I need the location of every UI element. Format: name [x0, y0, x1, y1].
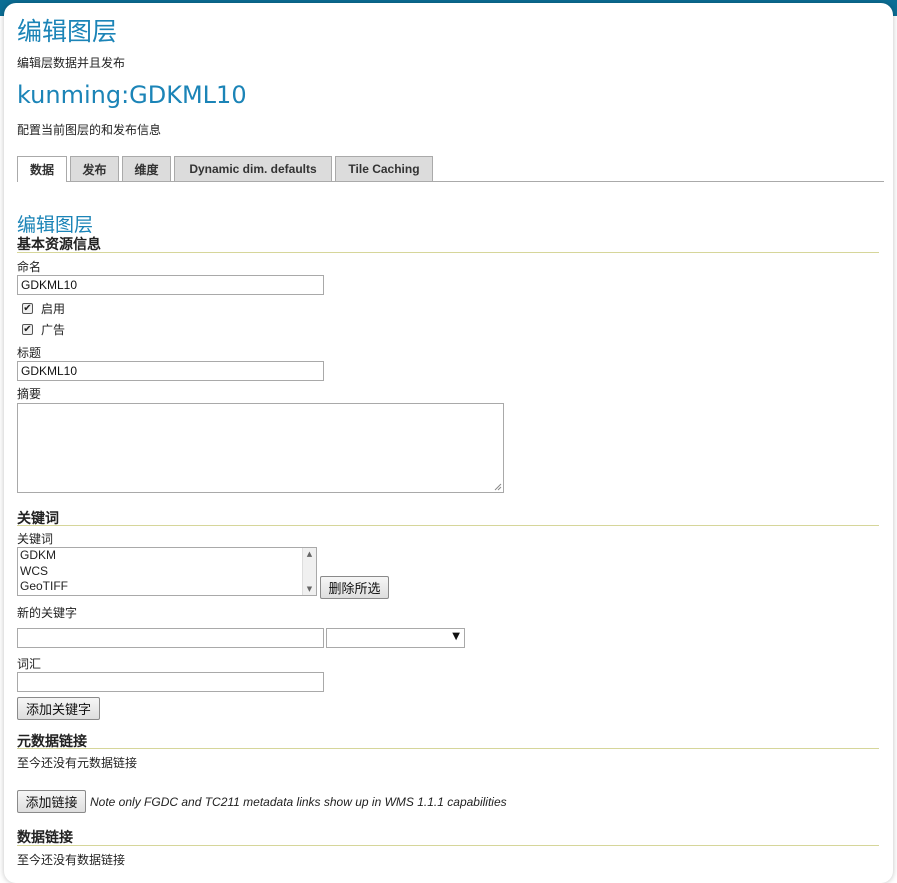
section-divider — [17, 525, 879, 526]
keywords-scrollbar[interactable]: ▲ ▼ — [302, 548, 316, 595]
add-keyword-button[interactable]: 添加关键字 — [17, 697, 100, 720]
title-input[interactable]: GDKML10 — [17, 361, 324, 381]
keyword-option[interactable]: WCS — [18, 564, 316, 580]
tab-dimensions[interactable]: 维度 — [122, 156, 171, 181]
form-heading: 编辑图层 — [17, 214, 94, 236]
keyword-language-select[interactable]: ▼ — [326, 628, 465, 648]
vocabulary-label: 词汇 — [17, 657, 42, 671]
data-links-empty-text: 至今还没有数据链接 — [17, 853, 126, 867]
new-keyword-label: 新的关键字 — [17, 606, 78, 620]
remove-selected-button[interactable]: 删除所选 — [320, 576, 389, 599]
scroll-up-icon[interactable]: ▲ — [303, 548, 316, 560]
section-title-data-links: 数据链接 — [17, 830, 73, 846]
tab-data[interactable]: 数据 — [17, 156, 67, 182]
metadata-links-empty-text: 至今还没有元数据链接 — [17, 756, 138, 770]
name-input[interactable]: GDKML10 — [17, 275, 324, 295]
tab-tile-caching[interactable]: Tile Caching — [335, 156, 433, 181]
title-label: 标题 — [17, 346, 42, 360]
abstract-label: 摘要 — [17, 387, 42, 401]
name-label: 命名 — [17, 260, 42, 274]
resize-grip-icon[interactable] — [494, 483, 502, 491]
enabled-label: 启用 — [41, 302, 66, 316]
section-divider — [17, 748, 879, 749]
keywords-listbox[interactable]: GDKM WCS GeoTIFF ▲ ▼ — [17, 547, 317, 596]
tab-strip-rule — [17, 181, 884, 182]
page-title: 编辑图层 — [17, 17, 118, 46]
advertised-label: 广告 — [41, 323, 66, 337]
section-title-basic-info: 基本资源信息 — [17, 237, 101, 253]
keyword-option[interactable]: GeoTIFF — [18, 579, 316, 595]
tab-publishing[interactable]: 发布 — [70, 156, 119, 181]
vocabulary-input[interactable] — [17, 672, 324, 692]
abstract-textarea[interactable] — [17, 403, 504, 493]
layer-description: 配置当前图层的和发布信息 — [17, 123, 162, 137]
keyword-option[interactable]: GDKM — [18, 548, 316, 564]
page-subtitle: 编辑层数据并且发布 — [17, 56, 126, 70]
keywords-list-label: 关键词 — [17, 532, 54, 546]
section-divider — [17, 252, 879, 253]
advertised-checkbox[interactable]: ✔ — [22, 324, 33, 335]
dropdown-arrow-icon: ▼ — [452, 631, 460, 642]
layer-name-heading: kunming:GDKML10 — [17, 81, 247, 109]
metadata-note: Note only FGDC and TC211 metadata links … — [90, 795, 507, 809]
add-link-button[interactable]: 添加链接 — [17, 790, 86, 813]
enabled-checkbox[interactable]: ✔ — [22, 303, 33, 314]
scroll-down-icon[interactable]: ▼ — [303, 583, 316, 595]
section-divider — [17, 845, 879, 846]
tab-dynamic-dim-defaults[interactable]: Dynamic dim. defaults — [174, 156, 332, 181]
new-keyword-input[interactable] — [17, 628, 324, 648]
